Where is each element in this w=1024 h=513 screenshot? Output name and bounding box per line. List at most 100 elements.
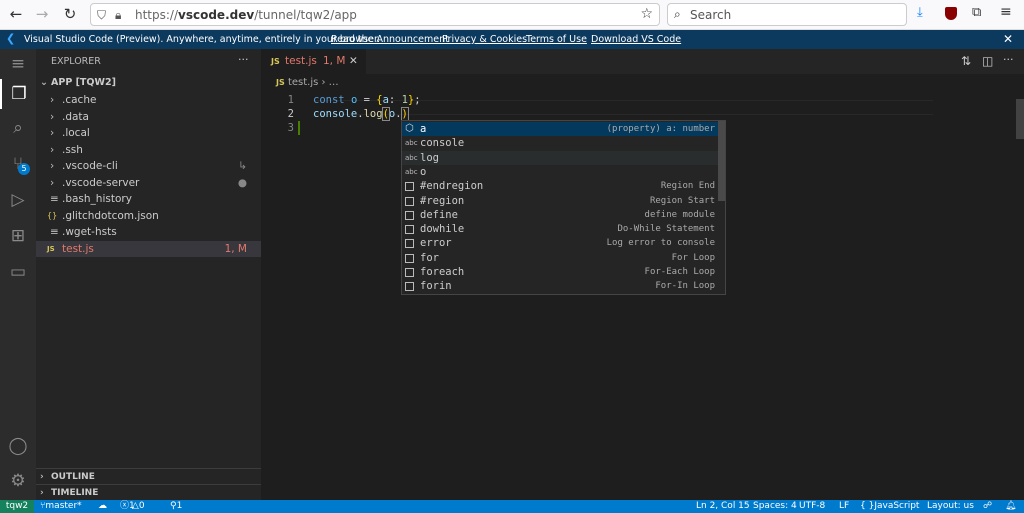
- tree-item[interactable]: › .vscode-cli ↳: [36, 158, 261, 175]
- code-line-1[interactable]: const o = {a: 1};: [313, 93, 421, 107]
- terms-link[interactable]: Terms of Use: [526, 34, 587, 45]
- download-icon[interactable]: ⤓: [917, 5, 923, 20]
- suggestion-item[interactable]: #region Region Start: [402, 194, 718, 208]
- chevron-right-icon: ›: [50, 110, 55, 123]
- chevron-right-icon: ›: [50, 143, 55, 156]
- json-file-icon: {}: [47, 210, 58, 220]
- sync-icon[interactable]: ☁: [98, 500, 107, 513]
- extensions-icon[interactable]: ⧉: [972, 5, 981, 20]
- suggestion-item[interactable]: dowhile Do-While Statement: [402, 222, 718, 236]
- shield-icon: ⛉: [97, 8, 107, 22]
- language-mode[interactable]: { } JavaScript: [860, 500, 919, 513]
- download-link[interactable]: Download VS Code: [591, 34, 681, 45]
- run-debug-icon[interactable]: ▷: [0, 185, 36, 215]
- remote-indicator[interactable]: tqw2: [0, 500, 34, 513]
- suggestion-label: error: [420, 237, 452, 250]
- forward-icon[interactable]: →: [32, 5, 52, 23]
- suggestion-item[interactable]: for For Loop: [402, 251, 718, 265]
- tree-item[interactable]: ≡ .bash_history: [36, 191, 261, 208]
- suggestion-label: define: [420, 208, 458, 221]
- cursor-position[interactable]: Ln 2, Col 15: [696, 500, 750, 513]
- close-tab-icon[interactable]: ✕: [349, 49, 358, 74]
- tree-item-label: test.js: [62, 242, 94, 255]
- bookmark-star-icon[interactable]: ☆: [640, 6, 653, 22]
- suggestion-item[interactable]: abc o: [402, 165, 718, 179]
- feedback-icon[interactable]: ☍: [983, 500, 992, 513]
- suggestion-label: for: [420, 251, 439, 264]
- scm-badge: 5: [18, 163, 30, 175]
- branch-indicator[interactable]: ⑂ master*: [40, 500, 82, 513]
- abc-icon: abc: [405, 167, 418, 176]
- tree-item[interactable]: › .data: [36, 109, 261, 126]
- url-bar[interactable]: ⛉ 🔒︎ https://vscode.dev/tunnel/tqw2/app …: [90, 3, 660, 26]
- breadcrumb[interactable]: JS test.js › …: [276, 77, 339, 88]
- encoding[interactable]: UTF-8: [799, 500, 825, 513]
- announcement-link[interactable]: Read the Announcement: [331, 34, 449, 45]
- explorer-icon[interactable]: ❐: [0, 79, 36, 109]
- more-actions-button[interactable]: ···: [238, 53, 249, 66]
- split-editor-icon[interactable]: ◫: [982, 54, 993, 68]
- tree-item[interactable]: › .cache: [36, 92, 261, 109]
- code-line-2[interactable]: console.log(o.): [313, 107, 409, 121]
- notifications-icon[interactable]: 🔔︎: [1005, 500, 1016, 513]
- suggestion-item[interactable]: forin For-In Loop: [402, 279, 718, 293]
- ports-indicator[interactable]: ⚲ 1: [170, 500, 182, 513]
- reload-icon[interactable]: ↻: [60, 5, 80, 23]
- chevron-right-icon: ›: [50, 127, 55, 139]
- problems-indicator[interactable]: ⓧ 1 △ 0: [120, 500, 145, 513]
- tree-item[interactable]: › .vscode-server ●: [36, 175, 261, 192]
- workspace-root[interactable]: ⌄ APP [TQW2]: [36, 75, 261, 92]
- property-icon: ⬡: [405, 123, 414, 134]
- suggestion-item[interactable]: foreach For-Each Loop: [402, 265, 718, 279]
- abc-icon: abc: [405, 153, 418, 162]
- suggestion-item[interactable]: #endregion Region End: [402, 179, 718, 193]
- suggestion-item[interactable]: abc log: [402, 150, 718, 165]
- banner-text: Visual Studio Code (Preview). Anywhere, …: [24, 34, 381, 45]
- tab-label: test.js: [285, 55, 317, 67]
- close-banner-icon[interactable]: ✕: [1003, 32, 1013, 46]
- settings-gear-icon[interactable]: ⚙: [0, 466, 36, 496]
- menu-icon[interactable]: ≡: [1000, 4, 1012, 20]
- file-icon: ≡: [50, 193, 59, 205]
- snippet-icon: [405, 279, 417, 296]
- scrollbar[interactable]: [1016, 99, 1024, 139]
- chevron-right-icon: ›: [50, 176, 55, 189]
- tree-item-decoration: ●: [237, 176, 247, 189]
- outline-section[interactable]: › OUTLINE: [36, 468, 261, 485]
- tree-item[interactable]: {} .glitchdotcom.json: [36, 208, 261, 225]
- ublock-icon[interactable]: [945, 7, 957, 20]
- tab-test-js[interactable]: JS test.js 1, M ✕: [261, 49, 366, 74]
- accounts-icon[interactable]: ◯: [0, 431, 36, 461]
- line-number: 2: [287, 108, 294, 120]
- suggestion-item[interactable]: abc console: [402, 136, 718, 150]
- search-icon[interactable]: ⌕: [0, 113, 36, 143]
- suggest-scrollbar[interactable]: [718, 121, 725, 201]
- suggestion-item[interactable]: ⬡ a (property) a: number: [402, 122, 718, 137]
- keyboard-layout[interactable]: Layout: us: [927, 500, 974, 513]
- indentation[interactable]: Spaces: 4: [753, 500, 797, 513]
- search-input[interactable]: ⌕ Search: [667, 3, 907, 26]
- suggestion-item[interactable]: define define module: [402, 208, 718, 222]
- privacy-link[interactable]: Privacy & Cookies: [442, 34, 527, 45]
- tree-item[interactable]: JS test.js 1, M: [36, 240, 261, 257]
- menu-icon[interactable]: ≡: [0, 49, 36, 79]
- tree-item[interactable]: › .ssh: [36, 142, 261, 159]
- suggestion-item[interactable]: error Log error to console: [402, 236, 718, 250]
- suggestion-detail: For-Each Loop: [644, 267, 715, 277]
- tree-item[interactable]: ≡ .wget-hsts: [36, 224, 261, 241]
- open-changes-icon[interactable]: ⇅: [961, 54, 971, 68]
- back-icon[interactable]: ←: [6, 5, 26, 23]
- url-domain: vscode.dev: [178, 8, 255, 22]
- eol[interactable]: LF: [839, 500, 849, 513]
- activity-bar: ≡ ❐ ⌕ ⑂ 5 ▷ ⊞ ▭ ◯ ⚙: [0, 49, 36, 500]
- timeline-section[interactable]: › TIMELINE: [36, 484, 261, 501]
- tree-item[interactable]: › .local: [36, 125, 261, 142]
- tree-item-decoration: ↳: [238, 160, 247, 172]
- more-actions-icon[interactable]: ···: [1003, 53, 1014, 66]
- suggestion-detail: (property) a: number: [606, 124, 715, 134]
- extensions-icon[interactable]: ⊞: [0, 221, 36, 251]
- tree-item-label: .local: [62, 127, 90, 139]
- source-control-icon[interactable]: ⑂ 5: [0, 149, 36, 179]
- remote-explorer-icon[interactable]: ▭: [0, 257, 36, 287]
- tab-status: 1, M: [323, 55, 346, 67]
